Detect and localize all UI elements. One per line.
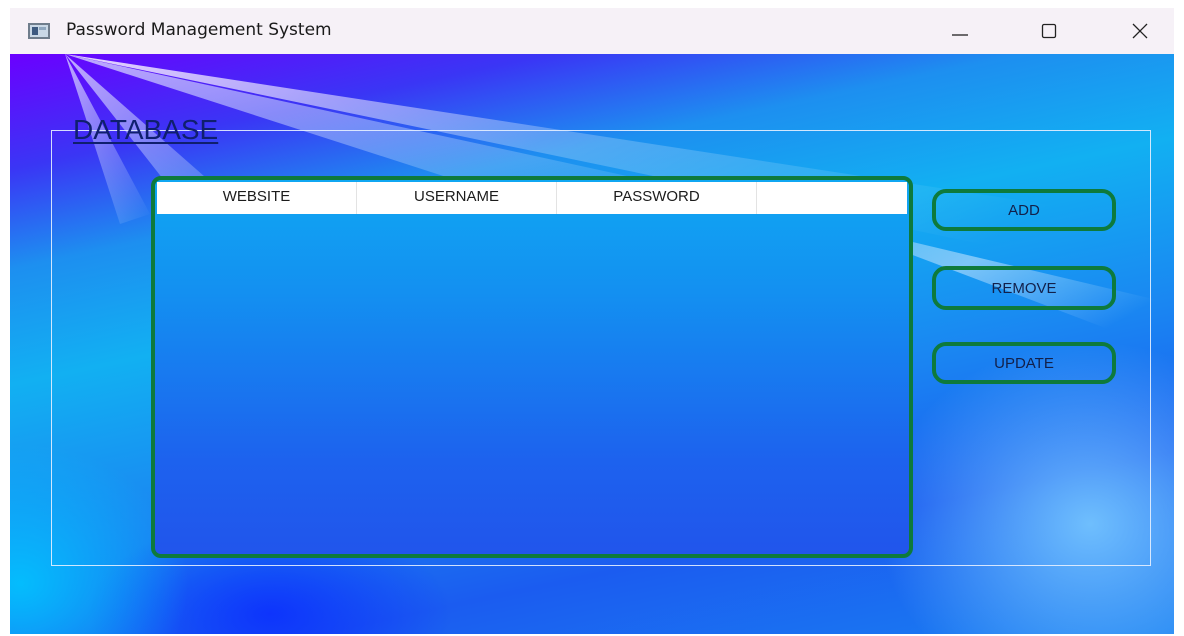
- table-header: WEBSITE USERNAME PASSWORD: [157, 182, 907, 214]
- close-icon: [1132, 23, 1148, 39]
- column-header-password[interactable]: PASSWORD: [557, 182, 757, 214]
- column-header-website[interactable]: WEBSITE: [157, 182, 357, 214]
- minimize-icon: [952, 34, 968, 36]
- column-header-filler: [757, 182, 907, 214]
- window-title: Password Management System: [66, 20, 332, 40]
- maximize-icon: [1041, 23, 1057, 39]
- remove-button[interactable]: REMOVE: [932, 266, 1116, 310]
- application-window: Password Management System DATABASE WEBS…: [10, 8, 1174, 634]
- update-button[interactable]: UPDATE: [932, 342, 1116, 384]
- password-table[interactable]: WEBSITE USERNAME PASSWORD: [151, 176, 913, 558]
- close-button[interactable]: [1110, 8, 1170, 54]
- app-window-icon: [28, 23, 50, 39]
- maximize-button[interactable]: [1019, 8, 1079, 54]
- add-button[interactable]: ADD: [932, 189, 1116, 231]
- main-panel: DATABASE WEBSITE USERNAME PASSWORD ADD R…: [10, 54, 1174, 634]
- minimize-button[interactable]: [930, 8, 990, 54]
- column-header-username[interactable]: USERNAME: [357, 182, 557, 214]
- database-legend: DATABASE: [73, 114, 219, 145]
- title-bar[interactable]: Password Management System: [10, 8, 1174, 54]
